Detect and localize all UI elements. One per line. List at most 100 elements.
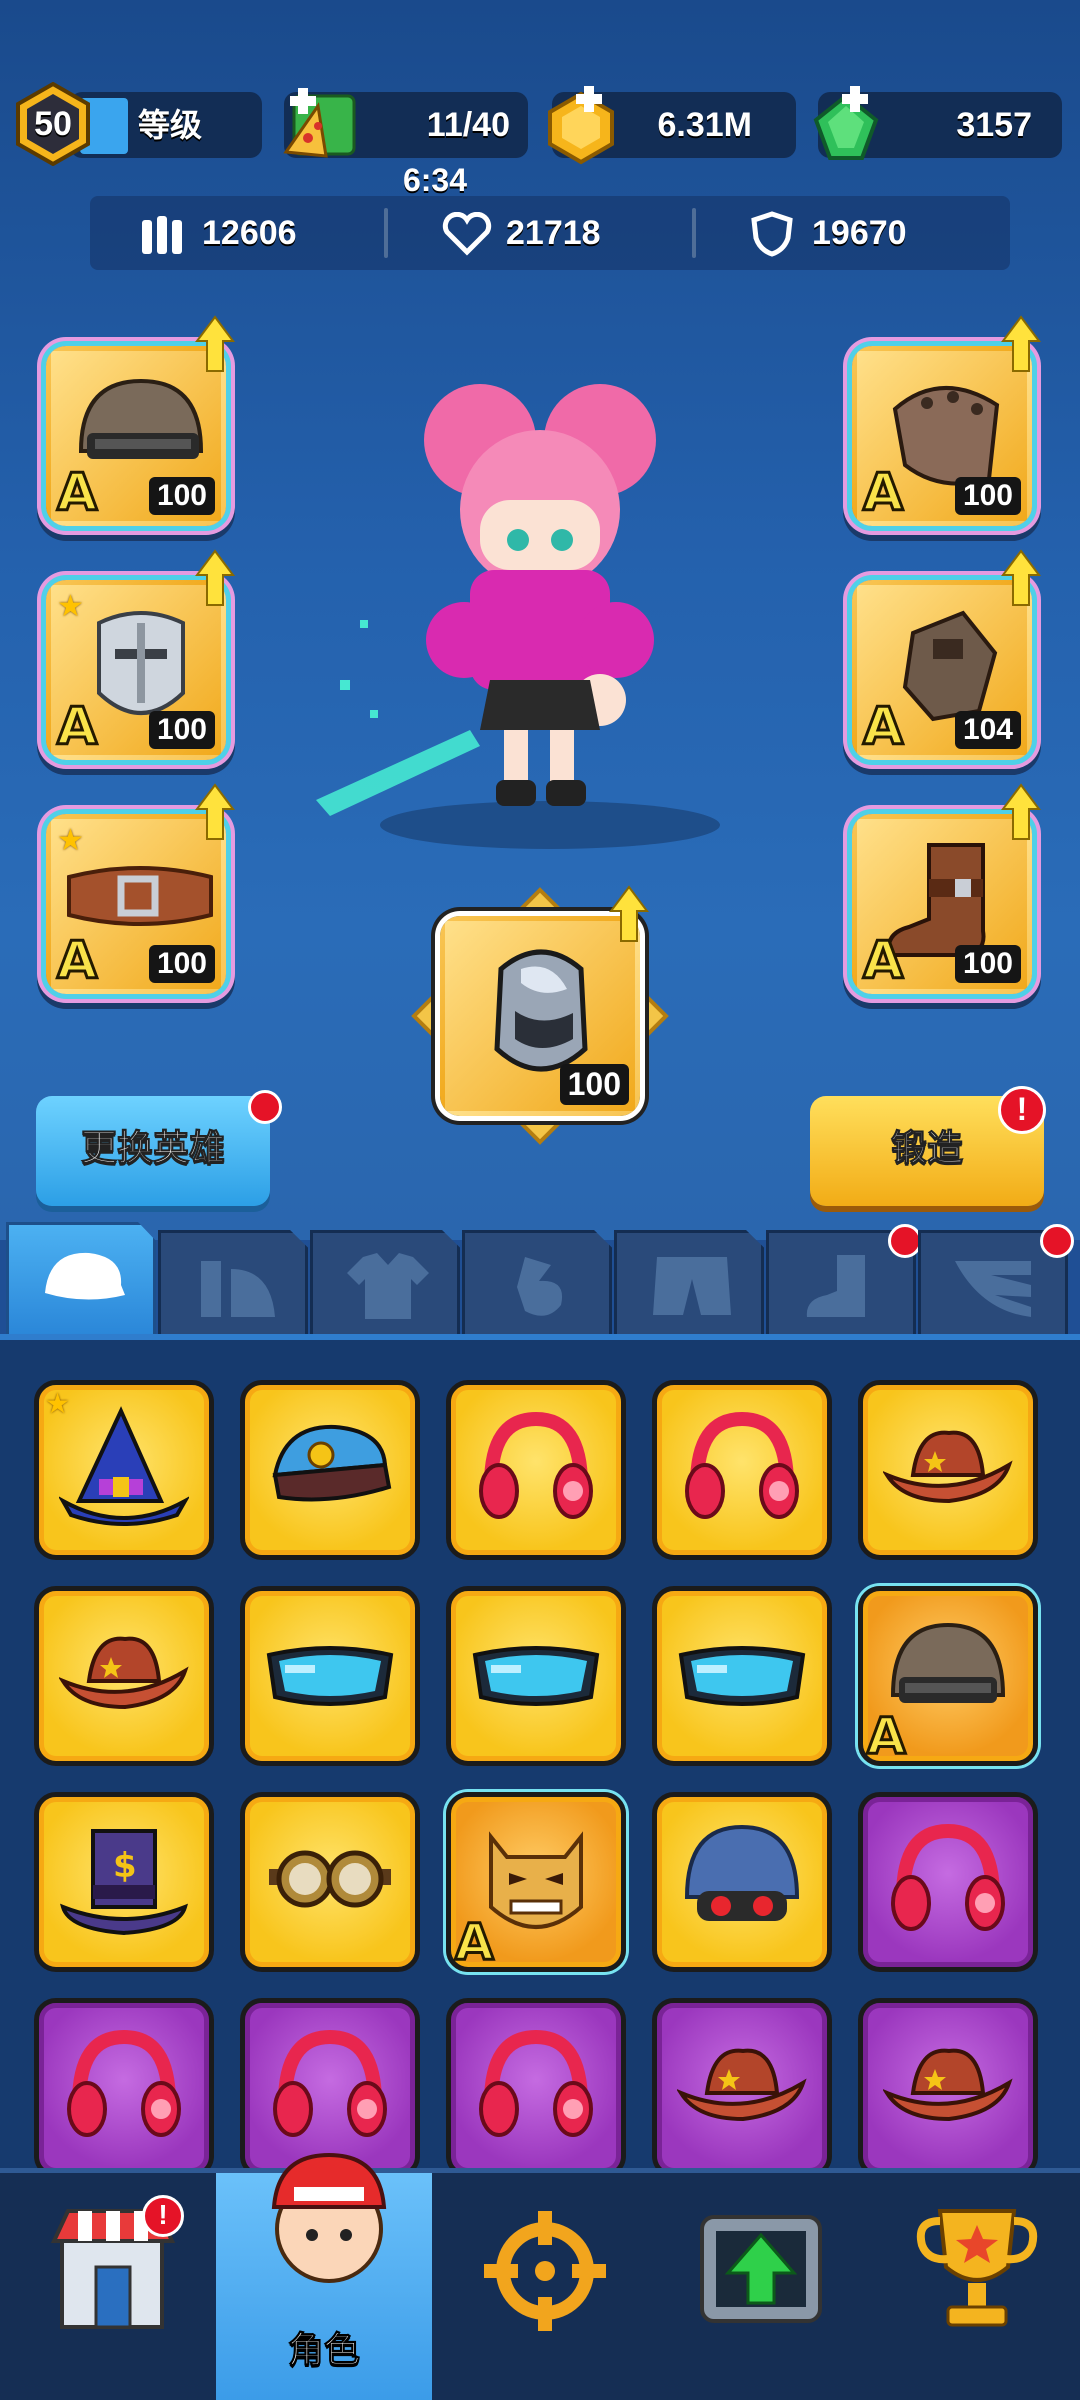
upgrade-icon (700, 2215, 822, 2323)
nav-ranking[interactable] (864, 2173, 1080, 2400)
energy-timer: 6:34 (402, 162, 468, 198)
shoulder-icon (201, 1261, 275, 1317)
headphones-icon (273, 2029, 387, 2137)
cowboy-hat-icon (883, 1430, 1013, 1504)
tab-pants[interactable] (614, 1230, 764, 1340)
nav-battle[interactable] (432, 2173, 648, 2400)
inventory-item-combat-helmet[interactable] (652, 1792, 832, 1972)
gold-value: 6.31M (657, 106, 753, 144)
combat-helmet-icon (684, 1824, 800, 1921)
star-icon: ★ (45, 1388, 71, 1419)
energy-value: 11/40 (426, 106, 510, 144)
grade-label: A (866, 1706, 908, 1767)
hero-avatar-icon (271, 2152, 387, 2283)
goggles-icon (266, 1646, 394, 1706)
headphones-icon (479, 2029, 593, 2137)
notification-dot (888, 1224, 922, 1258)
headphones-icon (479, 1411, 593, 1519)
health-value: 21718 (506, 214, 601, 252)
level-number: 50 (34, 105, 72, 143)
cowboy-hat-icon (59, 1636, 189, 1710)
police-cap-icon (272, 1424, 392, 1502)
inventory-item-cowboy-hat[interactable] (858, 1380, 1038, 1560)
upgrade-arrow-icon (1001, 783, 1041, 840)
equip-slot-belt[interactable]: ★ A 100 (46, 783, 235, 994)
equip-slot-shoulder[interactable]: A 100 (852, 315, 1041, 526)
boots-tab-icon (806, 1255, 865, 1317)
upgrade-arrow-icon (195, 315, 235, 372)
shirt-icon (347, 1253, 429, 1319)
equip-slot-boot[interactable]: A 100 (852, 783, 1041, 994)
bottom-nav: ! 角色 (0, 2152, 1080, 2400)
tab-shirt[interactable] (310, 1230, 460, 1340)
level-badge[interactable]: 50 (14, 81, 92, 167)
belt-icon (67, 866, 213, 926)
equip-slot-helmet[interactable]: A 100 (46, 315, 235, 526)
upgrade-arrow-icon (1001, 549, 1041, 606)
inventory-item-steampunk-goggles[interactable] (240, 1792, 420, 1972)
notification-dot (248, 1090, 282, 1124)
svg-text:$: $ (113, 1846, 137, 1886)
inventory-item-oni-mask[interactable]: A (446, 1792, 626, 1973)
inventory-item-cowboy-hat[interactable] (652, 1998, 832, 2178)
attack-value: 12606 (202, 214, 297, 252)
tab-shoulder[interactable] (158, 1230, 308, 1340)
tab-glove[interactable] (462, 1230, 612, 1340)
inventory-item-police-cap[interactable] (240, 1380, 420, 1560)
inventory-item-goggles[interactable] (652, 1586, 832, 1766)
equip-slot-glove[interactable]: A 104 (852, 549, 1041, 760)
inventory-item-top-hat[interactable]: $ (34, 1792, 214, 1972)
wings-icon (955, 1261, 1031, 1317)
cowboy-hat-icon (677, 2048, 807, 2122)
stats-bar: 12606 21718 19670 (90, 196, 1010, 270)
cap-icon (45, 1252, 125, 1300)
nav-upgrade[interactable] (648, 2173, 864, 2400)
inventory-item-headphones[interactable] (858, 1792, 1038, 1972)
goggles-icon (472, 1646, 600, 1706)
shield-icon (751, 211, 793, 257)
wizard-hat-icon (59, 1406, 189, 1526)
headphones-icon (67, 2029, 181, 2137)
hero-character[interactable] (300, 380, 720, 850)
level-bar: 等级 (70, 92, 262, 158)
inventory-item-cowboy-hat[interactable] (34, 1586, 214, 1766)
inventory-item-headphones[interactable] (652, 1380, 832, 1560)
green-gem-icon[interactable] (808, 86, 884, 166)
change-hero-button[interactable]: 更换英雄 (36, 1096, 270, 1206)
crosshair-icon (484, 2211, 606, 2331)
nav-shop[interactable]: ! (0, 2173, 216, 2400)
gem-value: 3157 (956, 106, 1032, 144)
inventory-item-wizard-hat[interactable]: ★ (34, 1380, 214, 1560)
equip-slot-core[interactable]: 100 (440, 885, 649, 1116)
trophy-icon (916, 2209, 1038, 2327)
inventory-item-headphones[interactable] (34, 1998, 214, 2178)
upgrade-arrow-icon (1001, 315, 1041, 372)
gold-coin-icon[interactable] (544, 86, 618, 166)
equip-slot-armor[interactable]: ★ A 100 (46, 549, 235, 760)
cowboy-hat-icon (883, 2048, 1013, 2122)
pizza-energy-icon[interactable] (278, 86, 362, 166)
inventory-item-goggles[interactable] (446, 1586, 626, 1766)
goggles-icon (678, 1646, 806, 1706)
steampunk-goggles-icon (269, 1850, 391, 1908)
alert-badge-icon: ! (142, 2195, 184, 2237)
nav-character-label: 角色 (287, 2329, 360, 2371)
upgrade-arrow-icon (609, 885, 649, 942)
star-icon: ★ (57, 824, 84, 857)
inventory-item-goggles[interactable] (240, 1586, 420, 1766)
headphones-icon (685, 1411, 799, 1519)
category-tabs (0, 1222, 1080, 1340)
inventory-item-helmet[interactable]: A (858, 1586, 1038, 1767)
inventory-item-headphones[interactable] (446, 1380, 626, 1560)
pants-icon (653, 1257, 731, 1315)
upgrade-arrow-icon (195, 783, 235, 840)
inventory-item-headphones[interactable] (446, 1998, 626, 2178)
tab-hat[interactable] (6, 1222, 156, 1340)
upgrade-arrow-icon (195, 549, 235, 606)
heart-icon (442, 212, 492, 256)
alert-badge-icon: ! (998, 1086, 1046, 1134)
level-label: 等级 (137, 107, 202, 143)
inventory-item-cowboy-hat[interactable] (858, 1998, 1038, 2178)
nav-character[interactable]: 角色 (216, 2152, 432, 2400)
bullets-icon (142, 216, 182, 254)
